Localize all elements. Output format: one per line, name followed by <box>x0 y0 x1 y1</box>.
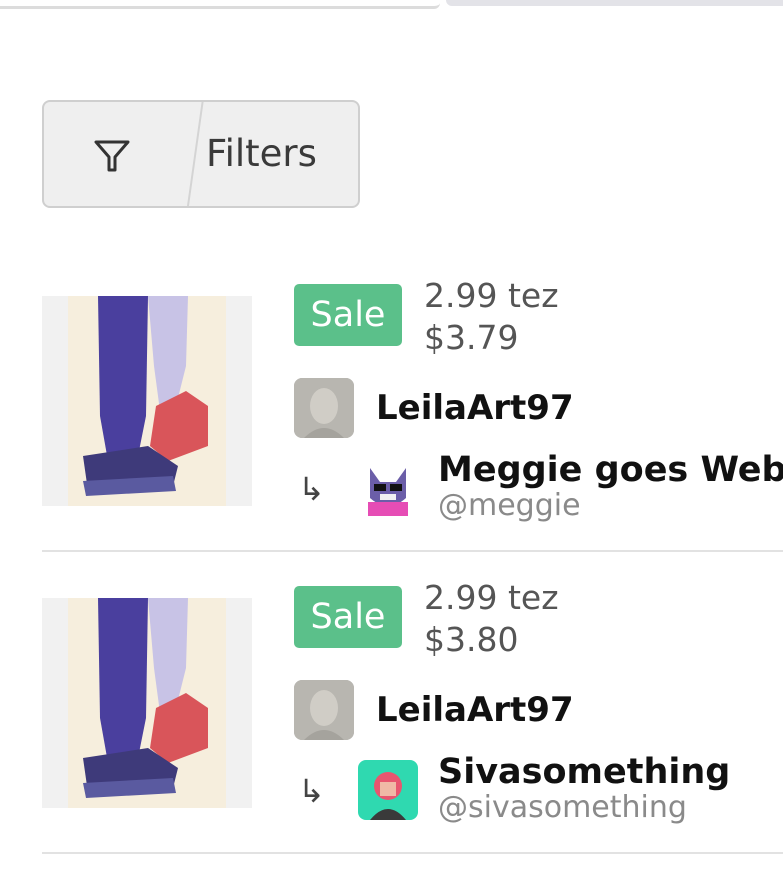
creator-name[interactable]: LeilaArt97 <box>376 690 574 730</box>
owner-name[interactable]: Meggie goes Web3 <box>438 450 783 490</box>
filters-button[interactable]: Filters <box>42 100 360 208</box>
tab-right[interactable] <box>446 0 783 6</box>
price-tez: 2.99 tez <box>424 578 559 617</box>
owner-arrow-icon: ↳ <box>298 772 325 810</box>
filters-label: Filters <box>206 132 317 175</box>
owner-handle[interactable]: @sivasomething <box>438 790 687 825</box>
listing-row: Sale 2.99 tez $3.79 LeilaArt97 ↳ Meggie … <box>0 276 783 580</box>
sale-badge: Sale <box>294 284 402 346</box>
artwork-thumbnail[interactable] <box>42 598 252 808</box>
sale-badge: Sale <box>294 586 402 648</box>
price-usd: $3.79 <box>424 318 519 357</box>
creator-name[interactable]: LeilaArt97 <box>376 388 574 428</box>
row-separator <box>42 852 783 854</box>
tab-left[interactable] <box>0 0 440 9</box>
price-tez: 2.99 tez <box>424 276 559 315</box>
creator-avatar[interactable] <box>294 378 354 438</box>
creator-avatar[interactable] <box>294 680 354 740</box>
owner-avatar[interactable] <box>358 760 418 820</box>
artwork-thumbnail[interactable] <box>42 296 252 506</box>
row-separator <box>42 550 783 552</box>
owner-handle[interactable]: @meggie <box>438 488 581 523</box>
listing-row: Sale 2.99 tez $3.80 LeilaArt97 ↳ Sivasom… <box>0 578 783 882</box>
owner-name[interactable]: Sivasomething <box>438 752 730 792</box>
price-usd: $3.80 <box>424 620 519 659</box>
filters-divider <box>185 102 205 206</box>
owner-arrow-icon: ↳ <box>298 470 325 508</box>
filter-icon <box>92 136 132 176</box>
owner-avatar[interactable] <box>358 458 418 518</box>
